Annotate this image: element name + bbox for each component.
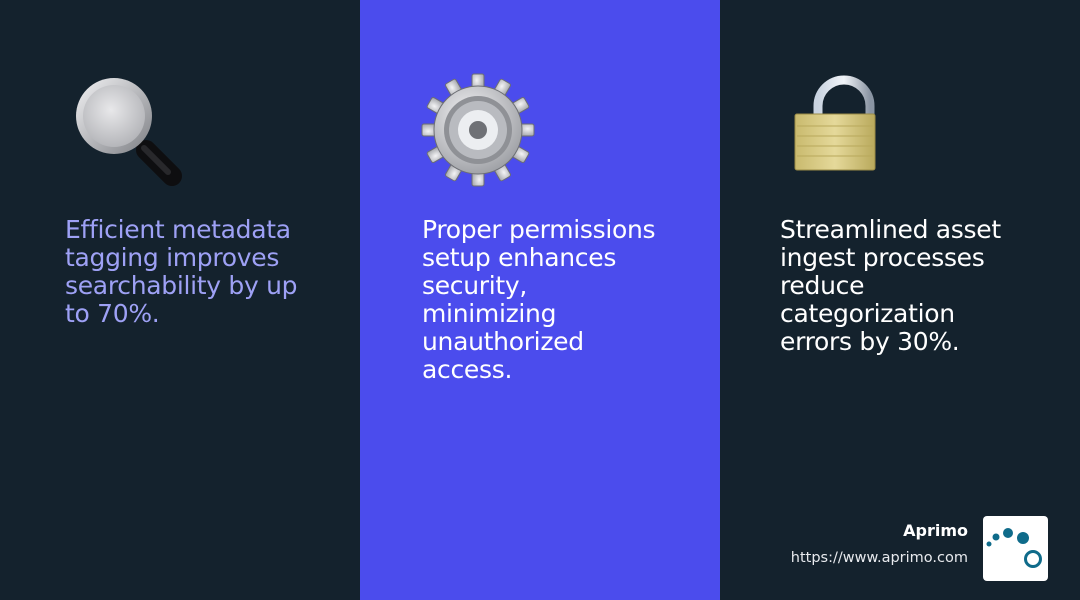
column-permissions: Proper permissions setup enhances securi… <box>360 0 720 600</box>
padlock-icon <box>792 72 912 192</box>
column-metadata: Efficient metadata tagging improves sear… <box>0 0 360 600</box>
brand-name: Aprimo <box>903 521 968 540</box>
ingest-stat-text: Streamlined asset ingest processes reduc… <box>780 215 1001 356</box>
permissions-stat-text: Proper permissions setup enhances securi… <box>422 215 656 384</box>
metadata-stat-text: Efficient metadata tagging improves sear… <box>65 215 298 328</box>
column-ingest: Streamlined asset ingest processes reduc… <box>720 0 1080 600</box>
aprimo-logo-icon <box>983 516 1048 581</box>
gear-icon <box>418 72 538 192</box>
magnifying-glass-icon <box>68 72 188 192</box>
brand-url[interactable]: https://www.aprimo.com <box>791 550 968 566</box>
